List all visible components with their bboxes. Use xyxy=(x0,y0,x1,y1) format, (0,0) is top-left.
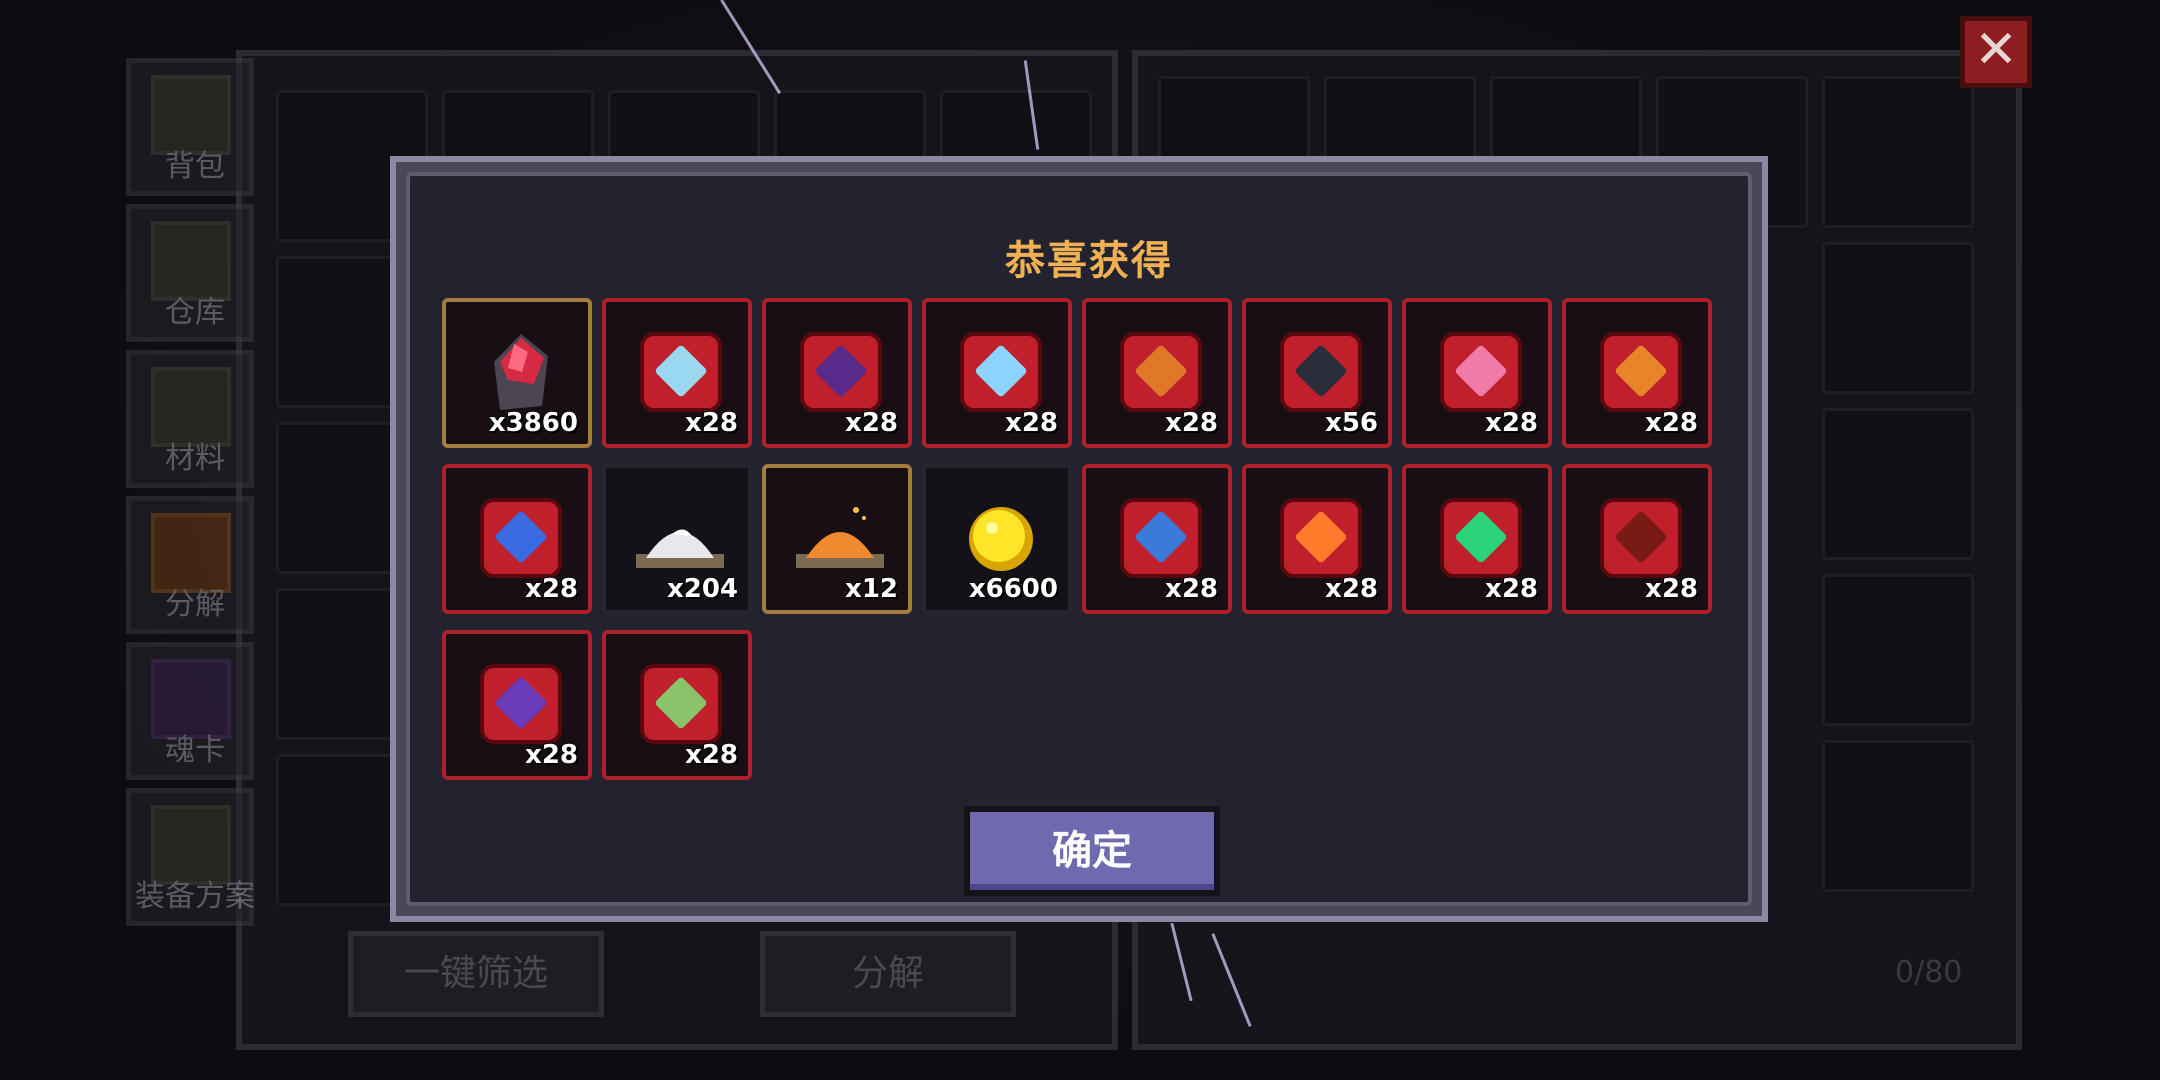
reward-count: x204 xyxy=(666,574,738,604)
close-button[interactable]: ✕ xyxy=(1960,16,2032,88)
reward-slot[interactable]: x28 xyxy=(1562,464,1712,614)
sidebar-item-label: 材料 xyxy=(165,441,225,476)
reward-count: x56 xyxy=(1325,408,1378,438)
reward-slot[interactable]: x28 xyxy=(1242,464,1392,614)
reward-count: x28 xyxy=(1165,408,1218,438)
sidebar-item-label: 背包 xyxy=(165,149,225,184)
reward-title: 恭喜获得 xyxy=(1005,238,1173,284)
reward-count: x28 xyxy=(1645,408,1698,438)
reward-slot[interactable]: x28 xyxy=(1562,298,1712,448)
blue-orb-icon xyxy=(960,332,1042,412)
violet-pickaxe-icon xyxy=(480,664,562,744)
inventory-slot[interactable] xyxy=(1822,574,1974,726)
reward-count: x28 xyxy=(685,408,738,438)
reward-count: x28 xyxy=(845,408,898,438)
reward-slot[interactable]: x56 xyxy=(1242,298,1392,448)
reward-count: x12 xyxy=(845,574,898,604)
red-crystal-icon xyxy=(494,334,548,410)
reward-slot[interactable]: x28 xyxy=(602,630,752,780)
reward-count: x28 xyxy=(1165,574,1218,604)
reward-slot[interactable]: x28 xyxy=(922,298,1072,448)
pink-scythe-icon xyxy=(1440,332,1522,412)
fire-staff-icon xyxy=(1120,332,1202,412)
flame-shield-icon xyxy=(1600,332,1682,412)
reward-count: x28 xyxy=(1645,574,1698,604)
reward-slot[interactable]: x6600 xyxy=(922,464,1072,614)
reward-slot[interactable]: x28 xyxy=(1402,298,1552,448)
reward-slot[interactable]: x28 xyxy=(602,298,752,448)
reward-count: x28 xyxy=(1485,574,1538,604)
reward-dialog: 恭喜获得 x3860 x28 x28 x28 x28 x56 x28 x28 x… xyxy=(390,156,1768,922)
blue-sword-icon xyxy=(1120,498,1202,578)
purple-gun-icon xyxy=(800,332,882,412)
inventory-slot[interactable] xyxy=(1822,740,1974,892)
reward-slot[interactable]: x28 xyxy=(1082,464,1232,614)
sidebar-item-decompose[interactable]: 分解 xyxy=(126,496,254,634)
reward-count: x28 xyxy=(525,740,578,770)
green-hammer-icon xyxy=(640,664,722,744)
red-blade-icon xyxy=(1600,498,1682,578)
confirm-button[interactable]: 确定 xyxy=(964,806,1220,896)
reward-count: x28 xyxy=(1325,574,1378,604)
gold-coin-icon xyxy=(969,507,1033,571)
reward-count: x6600 xyxy=(968,574,1058,604)
orange-dust-icon xyxy=(796,507,884,568)
inventory-slot[interactable] xyxy=(1822,242,1974,394)
reward-slot[interactable]: x12 xyxy=(762,464,912,614)
inventory-slot[interactable] xyxy=(1822,408,1974,560)
ice-axe-icon xyxy=(640,332,722,412)
sidebar-item-label: 仓库 xyxy=(165,295,225,330)
blue-bow-icon xyxy=(480,498,562,578)
reward-slot[interactable]: x3860 xyxy=(442,298,592,448)
reward-count: x28 xyxy=(685,740,738,770)
reward-slot[interactable]: x28 xyxy=(1082,298,1232,448)
inventory-slot[interactable] xyxy=(1822,76,1974,228)
sidebar-item-equipment-preset[interactable]: 装备方案 xyxy=(126,788,255,926)
decompose-button[interactable]: 分解 xyxy=(760,931,1016,1017)
reward-count: x28 xyxy=(1485,408,1538,438)
sidebar-item-label: 分解 xyxy=(165,587,225,622)
reward-count: x28 xyxy=(1005,408,1058,438)
inventory-counter: 0/80 xyxy=(1895,955,1963,990)
sidebar-item-warehouse[interactable]: 仓库 xyxy=(126,204,254,342)
sidebar-item-backpack[interactable]: 背包 xyxy=(126,58,254,196)
quick-filter-button[interactable]: 一键筛选 xyxy=(348,931,604,1017)
fire-crown-icon xyxy=(1280,498,1362,578)
sidebar-item-soul-card[interactable]: 魂卡 xyxy=(126,642,254,780)
reward-slot[interactable]: x28 xyxy=(442,464,592,614)
green-staff-icon xyxy=(1440,498,1522,578)
sidebar-item-materials[interactable]: 材料 xyxy=(126,350,254,488)
reward-slot[interactable]: x28 xyxy=(762,298,912,448)
reward-slot[interactable]: x204 xyxy=(602,464,752,614)
silver-dust-icon xyxy=(636,529,724,568)
reward-slot[interactable]: x28 xyxy=(1402,464,1552,614)
reward-slot[interactable]: x28 xyxy=(442,630,592,780)
reward-dialog-body: 恭喜获得 x3860 x28 x28 x28 x28 x56 x28 x28 x… xyxy=(406,172,1752,906)
sidebar-item-label: 装备方案 xyxy=(135,879,255,914)
reward-count: x3860 xyxy=(488,408,578,438)
reward-count: x28 xyxy=(525,574,578,604)
dark-crossbow-icon xyxy=(1280,332,1362,412)
sidebar-item-label: 魂卡 xyxy=(165,733,225,768)
